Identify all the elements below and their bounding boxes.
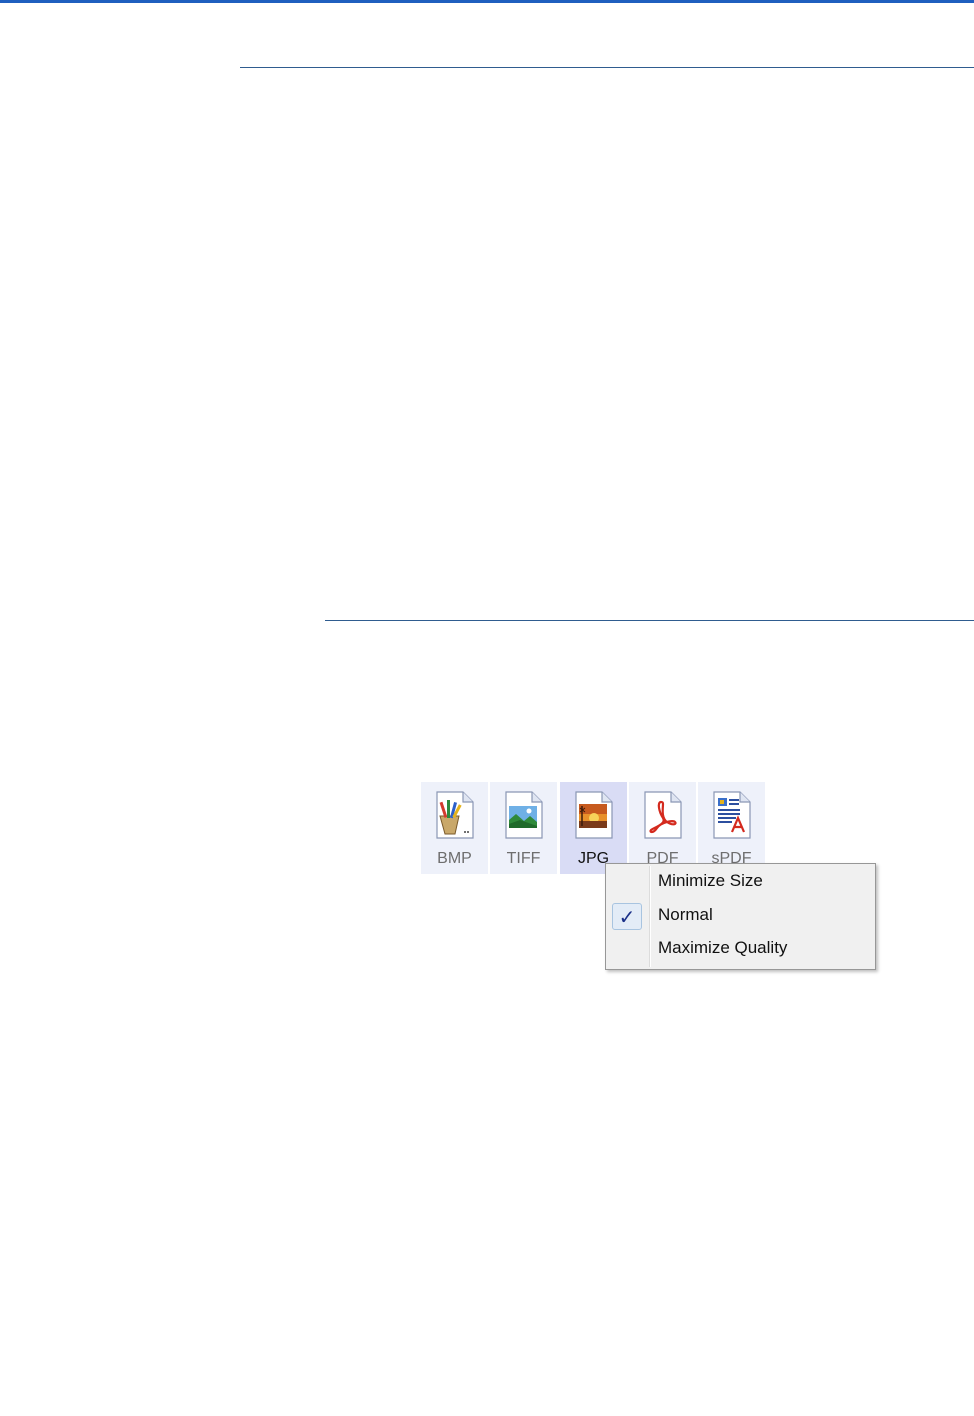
jpg-file-icon xyxy=(575,791,613,839)
menu-item-label: Maximize Quality xyxy=(658,938,788,957)
menu-item-normal[interactable]: ✓ Normal xyxy=(608,900,873,932)
check-glyph: ✓ xyxy=(618,905,636,929)
section-divider xyxy=(240,67,974,68)
bmp-file-icon xyxy=(436,791,474,839)
format-button-bmp[interactable]: BMP xyxy=(421,782,488,874)
spdf-file-icon xyxy=(713,791,751,839)
pdf-file-icon xyxy=(644,791,682,839)
menu-item-label: Normal xyxy=(658,905,713,924)
format-button-pdf[interactable]: PDF xyxy=(629,782,696,874)
menu-item-label: Minimize Size xyxy=(658,871,763,890)
format-button-spdf[interactable]: sPDF xyxy=(698,782,765,874)
menu-item-minimize-size[interactable]: Minimize Size xyxy=(608,866,873,898)
menu-item-maximize-quality[interactable]: Maximize Quality xyxy=(608,933,873,965)
format-button-tiff[interactable]: TIFF xyxy=(490,782,557,874)
page-top-bar xyxy=(0,0,974,3)
checkmark-icon: ✓ xyxy=(612,903,642,930)
file-format-bar: BMP TIFF JPG PDF sPDF xyxy=(421,782,766,874)
format-label: BMP xyxy=(437,850,472,867)
tiff-file-icon xyxy=(505,791,543,839)
jpg-quality-menu: Minimize Size ✓ Normal Maximize Quality xyxy=(605,863,876,970)
format-button-jpg[interactable]: JPG xyxy=(560,782,627,874)
format-label: TIFF xyxy=(506,850,541,867)
section-divider xyxy=(325,620,974,621)
